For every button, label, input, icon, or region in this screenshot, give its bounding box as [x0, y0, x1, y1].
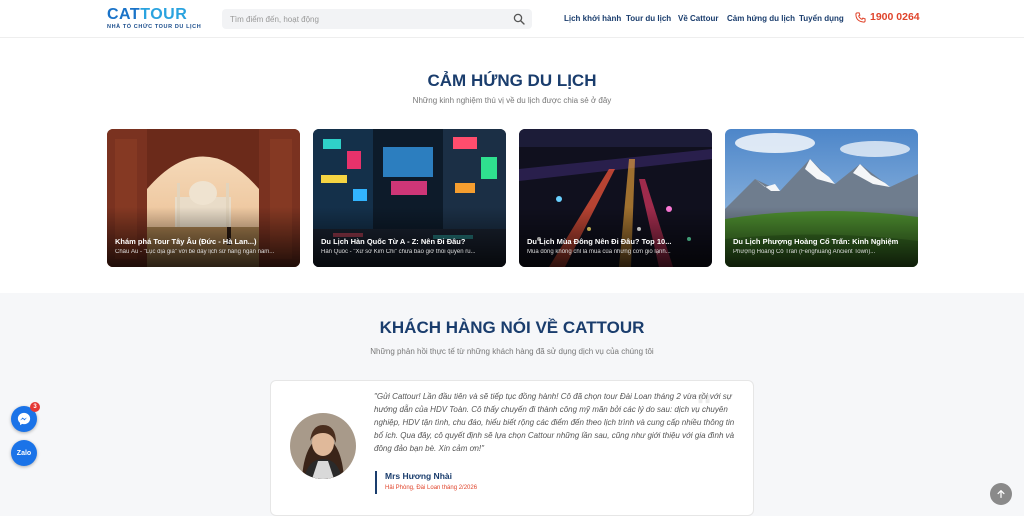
article-card[interactable]: Du Lịch Phượng Hoàng Cổ Trấn: Kinh Nghiệ… — [725, 129, 918, 267]
card-description: Mùa đông không chỉ là mùa của những cơn … — [527, 249, 671, 255]
nav-lich-khoi-hanh[interactable]: Lịch khởi hành — [564, 14, 621, 23]
nav-tour-du-lich[interactable]: Tour du lịch — [626, 14, 671, 23]
nav-cam-hung-du-lich[interactable]: Cảm hứng du lịch — [727, 14, 795, 23]
card-title: Du Lịch Phượng Hoàng Cổ Trấn: Kinh Nghiệ… — [733, 237, 899, 246]
nav-ve-cattour[interactable]: Về Cattour — [678, 14, 718, 23]
card-title: Du Lịch Mùa Đông Nên Đi Đâu? Top 10... — [527, 237, 672, 246]
card-title: Khám phá Tour Tây Âu (Đức - Hà Lan...) — [115, 237, 257, 246]
inspiration-title: CẢM HỨNG DU LỊCH — [427, 71, 597, 90]
card-description: Phượng Hoàng Cổ Trấn (Fenghuang Ancient … — [733, 249, 876, 255]
zalo-label: Zalo — [16, 449, 32, 457]
scroll-to-top-button[interactable] — [990, 483, 1012, 505]
article-card[interactable]: Du Lịch Mùa Đông Nên Đi Đâu? Top 10... M… — [519, 129, 712, 267]
hotline[interactable]: 1900 0264 — [855, 11, 920, 23]
avatar — [290, 413, 356, 479]
logo[interactable]: CATTOUR NHÀ TỔ CHỨC TOUR DU LỊCH — [107, 6, 202, 31]
notification-badge: 3 — [30, 402, 40, 412]
avatar-photo — [290, 413, 356, 479]
nav-tuyen-dung[interactable]: Tuyển dụng — [799, 14, 844, 23]
logo-tagline: NHÀ TỔ CHỨC TOUR DU LỊCH — [107, 24, 202, 30]
phone-icon — [855, 11, 866, 23]
reviewer-name: Mrs Hương Nhài — [385, 471, 452, 481]
search-icon[interactable] — [513, 13, 525, 25]
reviewer-trip: Hải Phòng, Đài Loan tháng 2/2026 — [385, 485, 478, 491]
testimonials-title: KHÁCH HÀNG NÓI VỀ CATTOUR — [379, 318, 645, 337]
inspiration-subtitle: Những kinh nghiệm thú vị về du lịch được… — [412, 96, 612, 105]
site-header: CATTOUR NHÀ TỔ CHỨC TOUR DU LỊCH Lịch kh… — [0, 0, 1024, 38]
article-card[interactable]: Du Lịch Hàn Quốc Từ A - Z: Nên Đi Đâu? H… — [313, 129, 506, 267]
reviewer-info: Mrs Hương Nhài Hải Phòng, Đài Loan tháng… — [375, 471, 477, 494]
testimonial-text: "Gửi Cattour! Lần đầu tiên và sẽ tiếp tụ… — [374, 392, 735, 453]
article-card[interactable]: Khám phá Tour Tây Âu (Đức - Hà Lan...) C… — [107, 129, 300, 267]
zalo-button[interactable]: Zalo — [11, 440, 37, 466]
testimonials-subtitle: Những phản hồi thực tế từ những khách hà… — [370, 347, 654, 356]
card-description: Hàn Quốc - "Xứ sở Kim Chi" chưa bao giờ … — [321, 249, 476, 255]
card-description: Châu Âu - "Lục địa già" với bề dày lịch … — [115, 249, 275, 255]
search-input[interactable] — [230, 9, 500, 29]
phone-number: 1900 0264 — [870, 11, 920, 23]
search-bar — [222, 9, 532, 29]
arrow-up-icon — [997, 490, 1005, 498]
logo-text: CATTOUR — [107, 6, 188, 23]
card-title: Du Lịch Hàn Quốc Từ A - Z: Nên Đi Đâu? — [321, 237, 466, 246]
messenger-icon — [17, 412, 31, 426]
